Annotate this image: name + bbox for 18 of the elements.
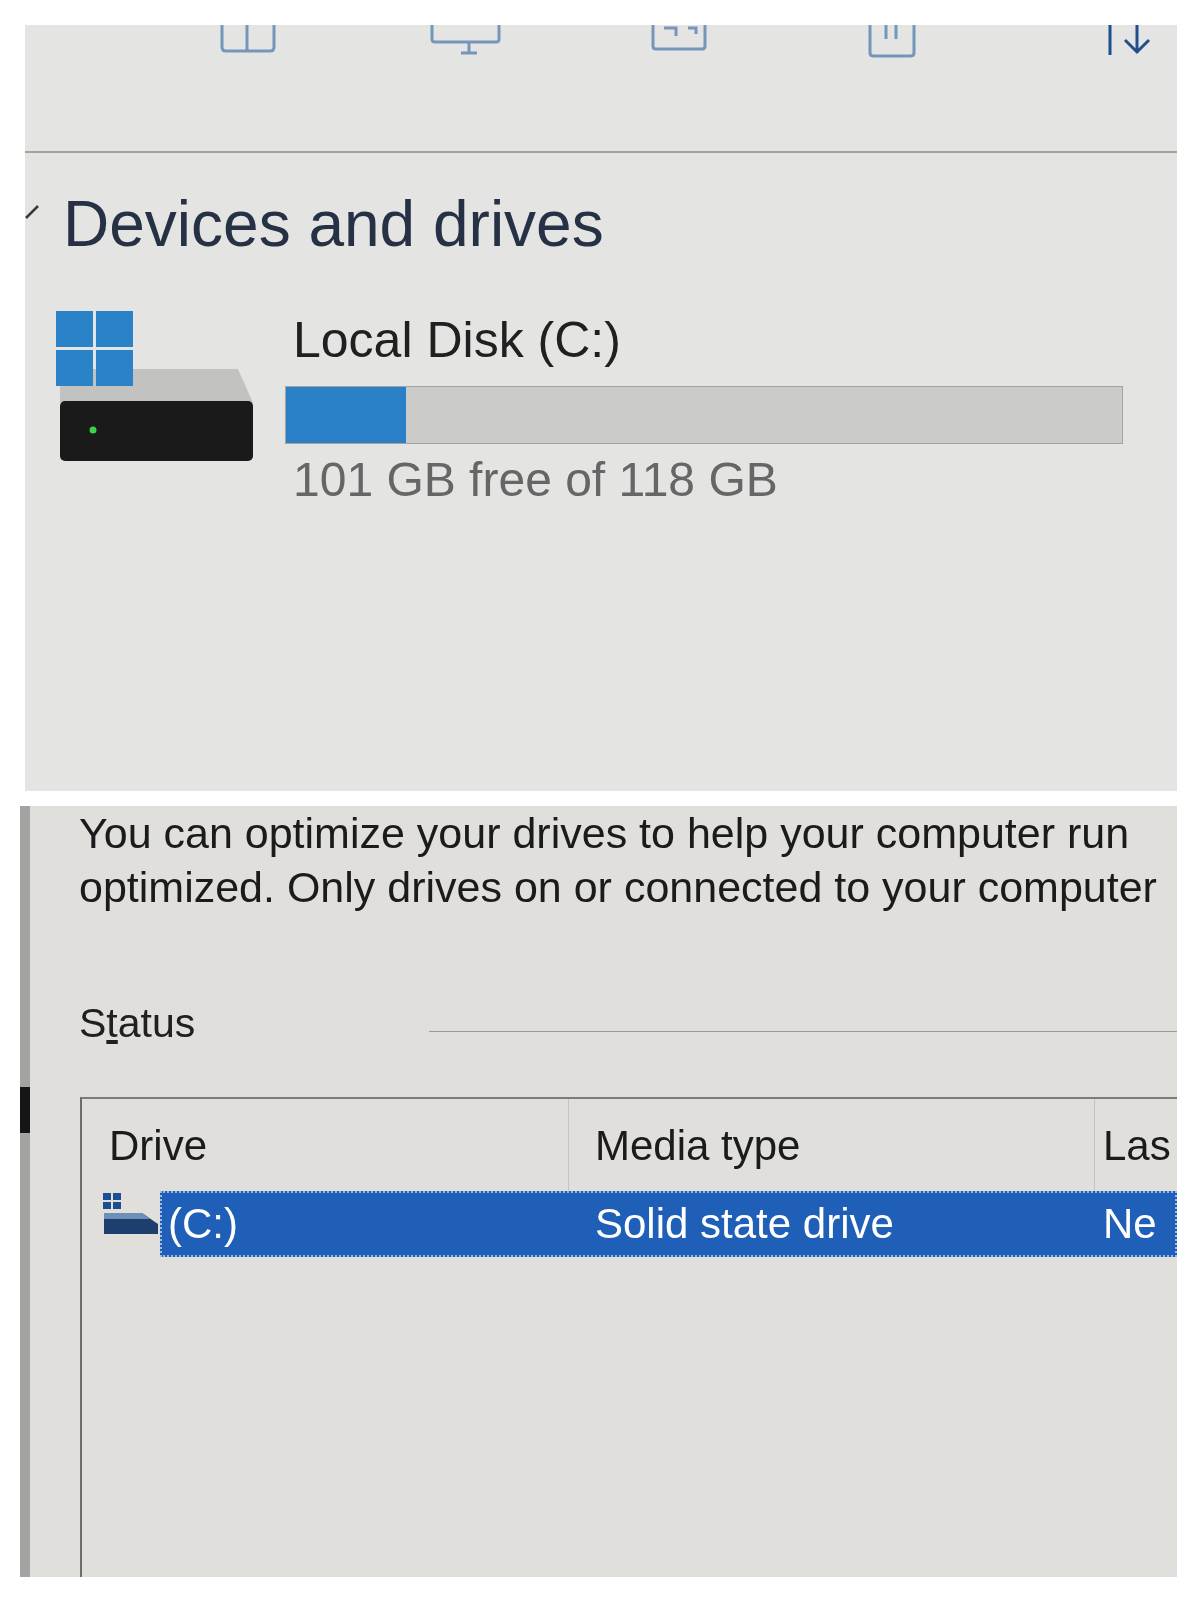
table-cell-text: Ne — [1102, 1199, 1158, 1249]
status-label: Status — [79, 999, 196, 1048]
column-header[interactable]: Las — [1095, 1099, 1177, 1191]
window-icon[interactable] — [650, 25, 708, 51]
table-cell-text: Solid state drive — [594, 1199, 895, 1249]
window-edge — [20, 1087, 30, 1133]
description-text: You can optimize your drives to help your computer run optimized. Only drives on or connected to your computer — [79, 808, 1157, 913]
system-drive-icon — [102, 1193, 158, 1235]
table-cell-text: (C:) — [167, 1199, 239, 1249]
section-heading: Devices and drives — [63, 187, 604, 262]
drive-name[interactable]: Local Disk (C:) — [285, 310, 621, 370]
chevron-icon[interactable] — [25, 204, 40, 220]
copy-icon[interactable] — [218, 25, 278, 53]
trash-icon[interactable] — [867, 25, 917, 58]
system-drive-icon[interactable] — [56, 311, 253, 461]
monitor-icon[interactable] — [429, 25, 502, 55]
selection-highlight[interactable]: (C:) Solid state drive Ne — [160, 1191, 1177, 1257]
free-space-text: 101 GB free of 118 GB — [292, 452, 778, 508]
